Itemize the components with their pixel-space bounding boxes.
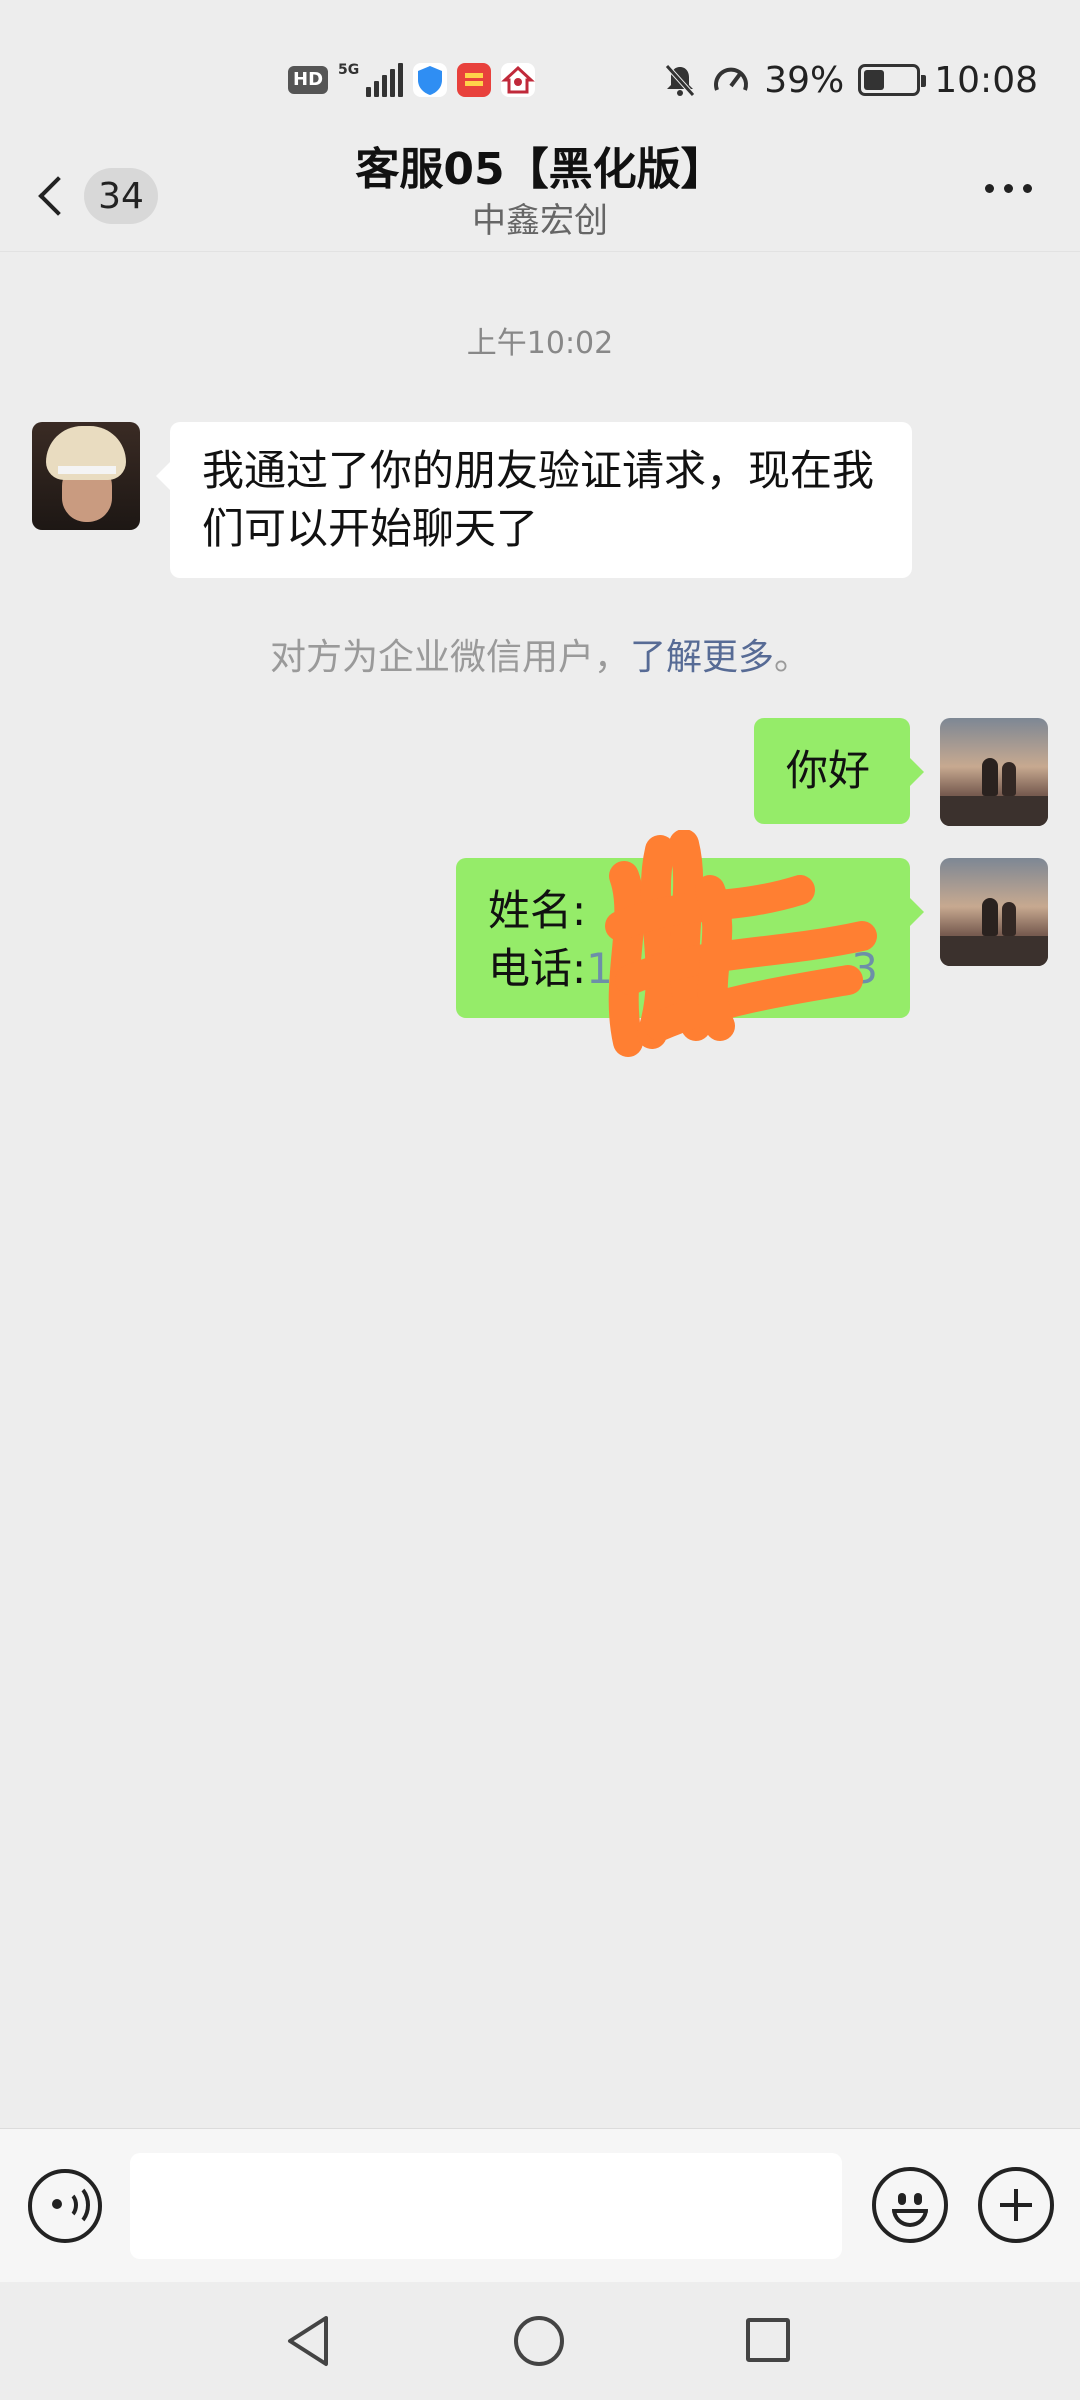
status-bar: HD 5G 39% 10:08 <box>0 0 1080 140</box>
chat-title: 客服05【黑化版】 <box>355 144 725 195</box>
battery-percent: 39% <box>764 59 845 101</box>
dot-icon <box>1004 184 1013 193</box>
my-avatar[interactable] <box>940 858 1048 966</box>
status-left-icons: HD 5G <box>288 60 536 100</box>
more-functions-button[interactable] <box>978 2167 1054 2243</box>
unread-count-badge: 34 <box>84 168 158 224</box>
nav-recent-icon[interactable] <box>746 2318 790 2362</box>
system-nav-bar <box>0 2282 1080 2400</box>
name-label: 姓名: <box>488 886 587 935</box>
mute-bell-icon <box>665 64 696 97</box>
phone-label: 电话: <box>488 944 587 993</box>
speed-icon <box>714 67 749 91</box>
outgoing-message[interactable]: 你好 <box>754 718 924 824</box>
dot-icon <box>1023 184 1032 193</box>
dot-icon <box>985 184 994 193</box>
network-type: 5G <box>338 62 360 78</box>
battery-fill <box>864 70 884 90</box>
clock: 10:08 <box>934 59 1038 101</box>
enterprise-notice: 对方为企业微信用户，了解更多。 <box>0 628 1080 680</box>
nav-home-icon[interactable] <box>514 2316 564 2366</box>
notice-end: 。 <box>774 637 811 678</box>
red-app-icon <box>457 63 492 97</box>
chevron-left-icon <box>38 176 78 216</box>
signal-icon: 5G <box>338 62 404 97</box>
home-app-icon <box>501 63 536 97</box>
chat-subtitle: 中鑫宏创 <box>472 201 608 241</box>
incoming-message[interactable]: 我通过了你的朋友验证请求，现在我们可以开始聊天了 <box>156 422 912 578</box>
redaction-scribble <box>605 830 877 1057</box>
hd-icon: HD <box>288 66 329 94</box>
battery-icon <box>858 64 927 96</box>
more-options-button[interactable] <box>985 184 1032 193</box>
back-button[interactable]: 34 <box>30 158 158 234</box>
message-timestamp: 上午10:02 <box>466 326 614 361</box>
voice-input-button[interactable] <box>28 2169 102 2243</box>
message-input[interactable] <box>130 2153 842 2259</box>
emoji-button[interactable] <box>872 2167 948 2243</box>
status-right-icons: 39% 10:08 <box>662 56 1038 104</box>
contact-avatar[interactable] <box>32 422 140 530</box>
notice-text: 对方为企业微信用户， <box>269 637 630 678</box>
shield-app-icon <box>413 63 448 97</box>
nav-back-icon[interactable] <box>284 2314 332 2368</box>
input-bar <box>0 2128 1080 2282</box>
chat-header: 客服05【黑化版】 中鑫宏创 34 <box>0 140 1080 252</box>
my-avatar[interactable] <box>940 718 1048 826</box>
learn-more-link[interactable]: 了解更多 <box>630 637 774 678</box>
smiley-icon <box>898 2193 906 2205</box>
